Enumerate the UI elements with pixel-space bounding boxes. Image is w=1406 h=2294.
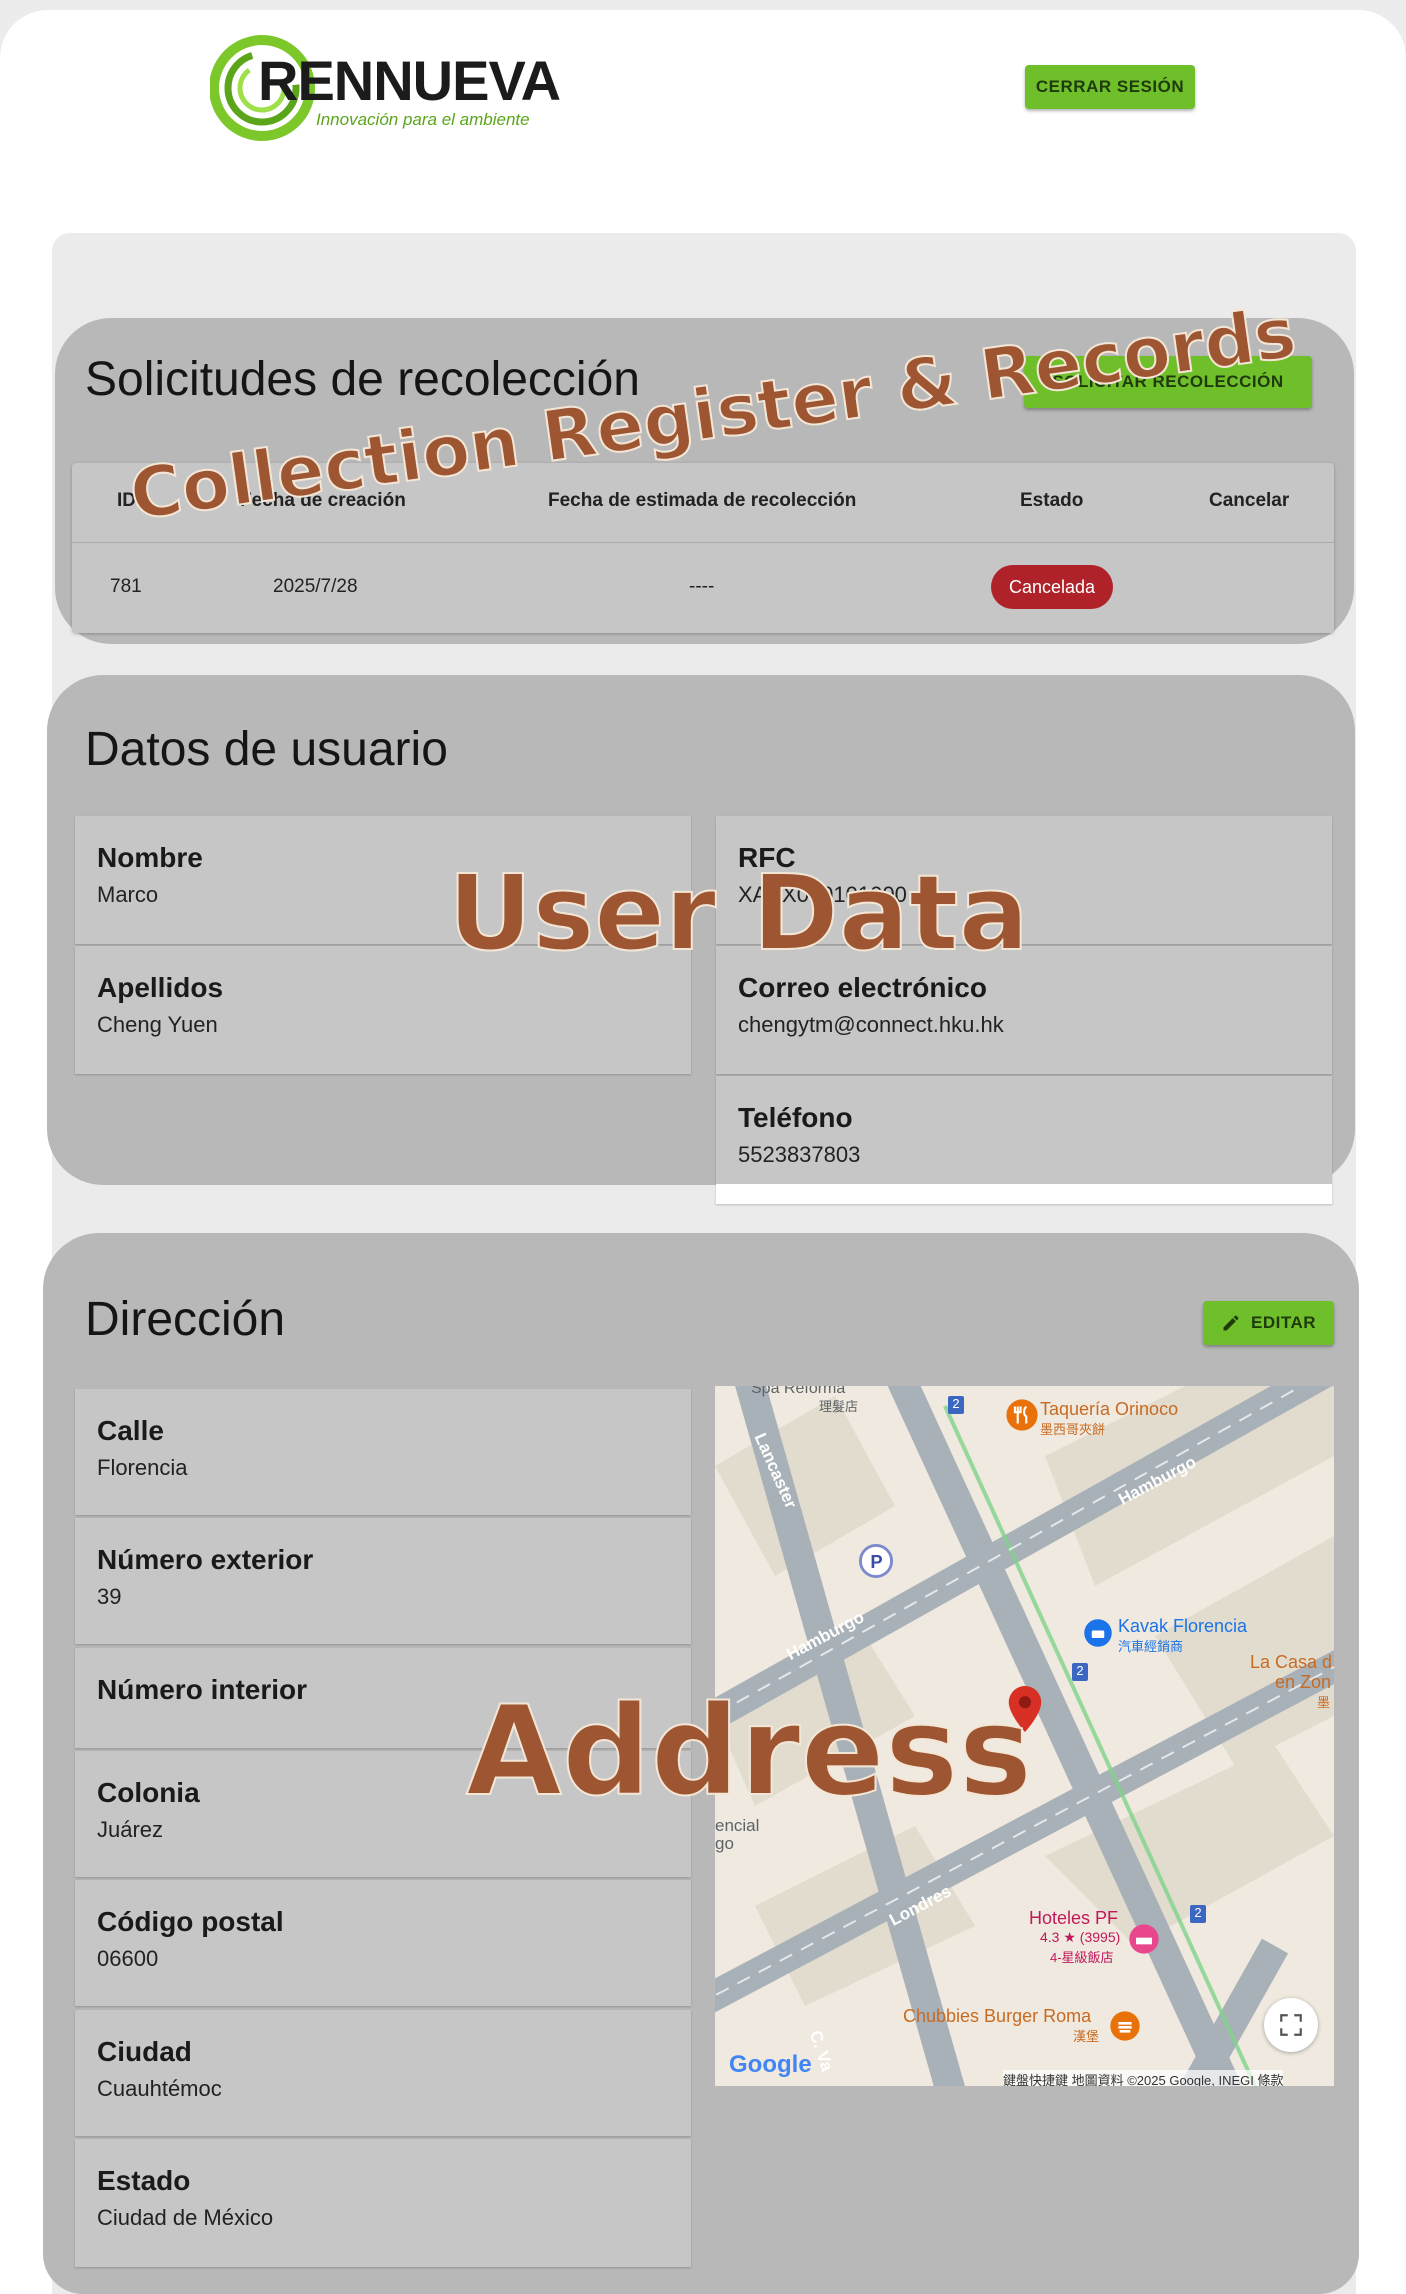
estado-label: Estado: [97, 2165, 191, 2196]
colonia-label: Colonia: [97, 1777, 200, 1808]
logo-tagline: Innovación para el ambiente: [316, 110, 530, 129]
cell-estimated: ----: [689, 576, 715, 597]
cell-created: 2025/7/28: [273, 576, 358, 597]
parking-icon: P: [859, 1544, 893, 1578]
apellidos-label: Apellidos: [97, 972, 224, 1003]
map-label-hoteles-rating: 4.3 ★ (3995): [1040, 1929, 1121, 1945]
telefono-value: 5523837803: [738, 1142, 861, 1167]
num-int-label: Número interior: [97, 1674, 308, 1705]
route-shield-3: 2: [1190, 1905, 1206, 1923]
logout-button[interactable]: CERRAR SESIÓN: [1025, 65, 1195, 109]
address-overlay-label: Address: [465, 1679, 1033, 1825]
map-label-go: go: [715, 1834, 734, 1853]
column-header-estimated[interactable]: Fecha de estimada de recolección: [548, 490, 856, 512]
estado-field: Estado Ciudad de México: [75, 2139, 691, 2267]
estado-value: Ciudad de México: [97, 2205, 274, 2230]
map-label-hoteles: Hoteles PF: [1029, 1908, 1119, 1928]
nombre-value: Marco: [97, 882, 159, 907]
cp-value: 06600: [97, 1946, 159, 1971]
table-divider: [72, 542, 1334, 543]
map-label-kavak-cn: 汽車經銷商: [1118, 1639, 1184, 1654]
num-ext-label: Número exterior: [97, 1544, 314, 1575]
telefono-label: Teléfono: [738, 1102, 853, 1133]
route-shield-1: 2: [948, 1396, 964, 1414]
map-label-la-casa-cn: 墨: [1317, 1695, 1331, 1710]
svg-text:P: P: [870, 1551, 882, 1572]
map-label-hoteles-cn: 4-星級飯店: [1050, 1950, 1114, 1965]
map-label-kavak: Kavak Florencia: [1118, 1616, 1248, 1636]
edit-label: EDITAR: [1250, 1313, 1316, 1332]
map-label-chubbies-cn: 漢堡: [1073, 2029, 1100, 2044]
car-dealer-icon: [1084, 1619, 1112, 1647]
correo-label: Correo electrónico: [738, 972, 987, 1003]
status-badge: Cancelada: [991, 565, 1113, 609]
nombre-label: Nombre: [97, 842, 203, 873]
map-label-spa-cn: 理髮店: [819, 1399, 859, 1414]
column-header-status[interactable]: Estado: [1020, 490, 1083, 512]
hotel-icon: [1129, 1924, 1159, 1954]
route-shield-2: 2: [1072, 1663, 1088, 1681]
google-logo: Google: [729, 2051, 812, 2078]
map-label-chubbies: Chubbies Burger Roma: [903, 2006, 1092, 2026]
map-label-la-casa-2: en Zon: [1275, 1672, 1332, 1692]
restaurant-icon: [1006, 1399, 1038, 1431]
telefono-field: Teléfono 5523837803: [716, 1076, 1332, 1204]
user-overlay-label: User Data: [447, 851, 1030, 975]
map-label-taqueria: Taquería Orinoco: [1040, 1399, 1179, 1419]
colonia-value: Juárez: [97, 1817, 164, 1842]
map-label-taqueria-cn: 墨西哥夾餅: [1040, 1422, 1106, 1437]
cp-label: Código postal: [97, 1906, 284, 1937]
ciudad-field: Ciudad Cuauhtémoc: [75, 2010, 691, 2136]
map-fullscreen-button[interactable]: [1264, 1998, 1318, 2052]
edit-address-button[interactable]: EDITAR: [1203, 1301, 1334, 1345]
rennueva-logo: RENNUEVA Innovación para el ambiente: [210, 34, 575, 144]
map-attribution[interactable]: 鍵盤快捷鍵 地圖資料 ©2025 Google, INEGI 條款: [1003, 2070, 1284, 2086]
num-ext-field: Número exterior 39: [75, 1518, 691, 1644]
calle-value: Florencia: [97, 1455, 188, 1480]
num-ext-value: 39: [97, 1584, 122, 1609]
ciudad-label: Ciudad: [97, 2036, 192, 2067]
calle-label: Calle: [97, 1415, 164, 1446]
fullscreen-icon: [1280, 2014, 1302, 2036]
cell-id: 781: [110, 576, 142, 597]
logo-name: RENNUEVA: [258, 49, 561, 112]
address-title: Dirección: [85, 1293, 286, 1346]
map-label-la-casa-1: La Casa d: [1250, 1652, 1333, 1672]
cp-field: Código postal 06600: [75, 1880, 691, 2006]
apellidos-value: Cheng Yuen: [97, 1012, 218, 1037]
burger-icon: [1110, 2011, 1140, 2041]
user-title: Datos de usuario: [85, 723, 448, 776]
calle-field: Calle Florencia: [75, 1389, 691, 1515]
column-header-cancel[interactable]: Cancelar: [1209, 490, 1289, 512]
correo-value: chengytm@connect.hku.hk: [738, 1012, 1004, 1037]
ciudad-value: Cuauhtémoc: [97, 2076, 222, 2101]
pencil-icon: [1223, 1315, 1239, 1331]
